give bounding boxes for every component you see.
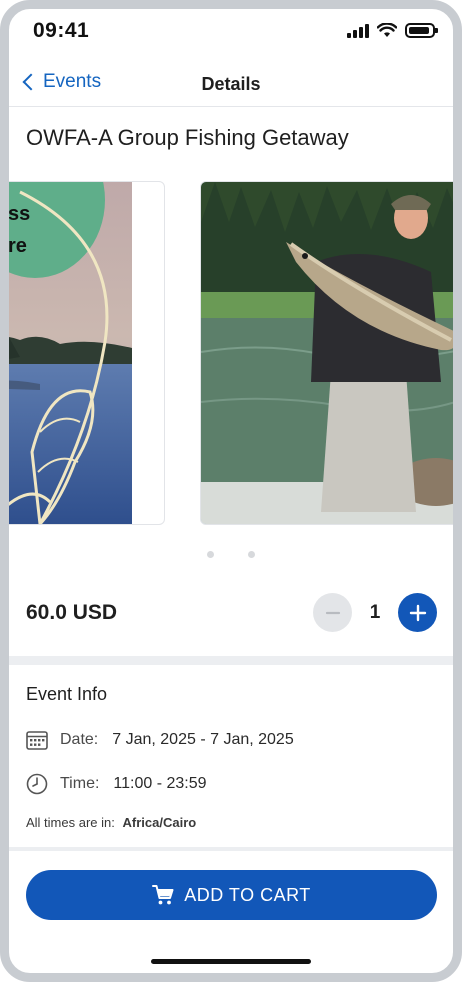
signal-icon bbox=[347, 23, 369, 38]
page-dot[interactable] bbox=[207, 551, 214, 558]
battery-icon bbox=[405, 23, 438, 38]
carousel-slide-photo[interactable] bbox=[200, 181, 453, 525]
poster-text-1: ss bbox=[9, 203, 30, 225]
wifi-icon bbox=[377, 23, 397, 37]
calendar-icon bbox=[26, 731, 48, 750]
decrease-quantity-button[interactable] bbox=[313, 593, 352, 632]
quantity-value: 1 bbox=[369, 601, 381, 623]
status-bar: 09:41 bbox=[9, 9, 453, 61]
event-title: OWFA-A Group Fishing Getaway bbox=[26, 125, 349, 150]
add-to-cart-button[interactable]: ADD TO CART bbox=[26, 870, 437, 920]
clock-icon bbox=[26, 773, 48, 795]
time-label: Time: bbox=[60, 775, 100, 792]
add-to-cart-label: ADD TO CART bbox=[184, 884, 311, 905]
timezone-row: All times are in: Africa/Cairo bbox=[26, 815, 196, 830]
section-divider bbox=[9, 656, 453, 665]
status-time: 09:41 bbox=[33, 19, 90, 42]
date-row: Date: 7 Jan, 2025 - 7 Jan, 2025 bbox=[26, 730, 294, 750]
nav-bar: Events Details bbox=[9, 61, 453, 107]
minus-icon bbox=[325, 611, 340, 614]
cart-icon bbox=[152, 885, 174, 905]
increase-quantity-button[interactable] bbox=[398, 593, 437, 632]
plus-icon bbox=[409, 604, 426, 621]
time-value: 11:00 - 23:59 bbox=[113, 775, 207, 792]
quantity-stepper: 1 bbox=[313, 593, 437, 632]
poster-image: ss re bbox=[9, 182, 132, 524]
status-icons bbox=[347, 23, 438, 38]
section-divider bbox=[9, 847, 453, 851]
image-carousel[interactable]: ss re bbox=[9, 181, 453, 533]
carousel-slide-poster[interactable]: ss re bbox=[9, 181, 165, 525]
home-indicator[interactable] bbox=[151, 959, 311, 964]
price-label: 60.0 USD bbox=[26, 601, 118, 624]
date-label: Date: bbox=[60, 731, 99, 748]
date-value: 7 Jan, 2025 - 7 Jan, 2025 bbox=[112, 731, 294, 748]
timezone-value: Africa/Cairo bbox=[122, 815, 197, 830]
phone-frame: 09:41 Events Details OWFA-A Group Fishin… bbox=[0, 0, 462, 982]
carousel-page-indicator bbox=[9, 551, 453, 558]
nav-title: Details bbox=[201, 74, 261, 94]
photo-image bbox=[201, 182, 453, 524]
page-dot[interactable] bbox=[248, 551, 255, 558]
poster-text-2: re bbox=[9, 235, 27, 257]
timezone-label: All times are in: bbox=[26, 815, 115, 830]
time-row: Time: 11:00 - 23:59 bbox=[26, 773, 207, 795]
event-info-heading: Event Info bbox=[26, 684, 108, 704]
